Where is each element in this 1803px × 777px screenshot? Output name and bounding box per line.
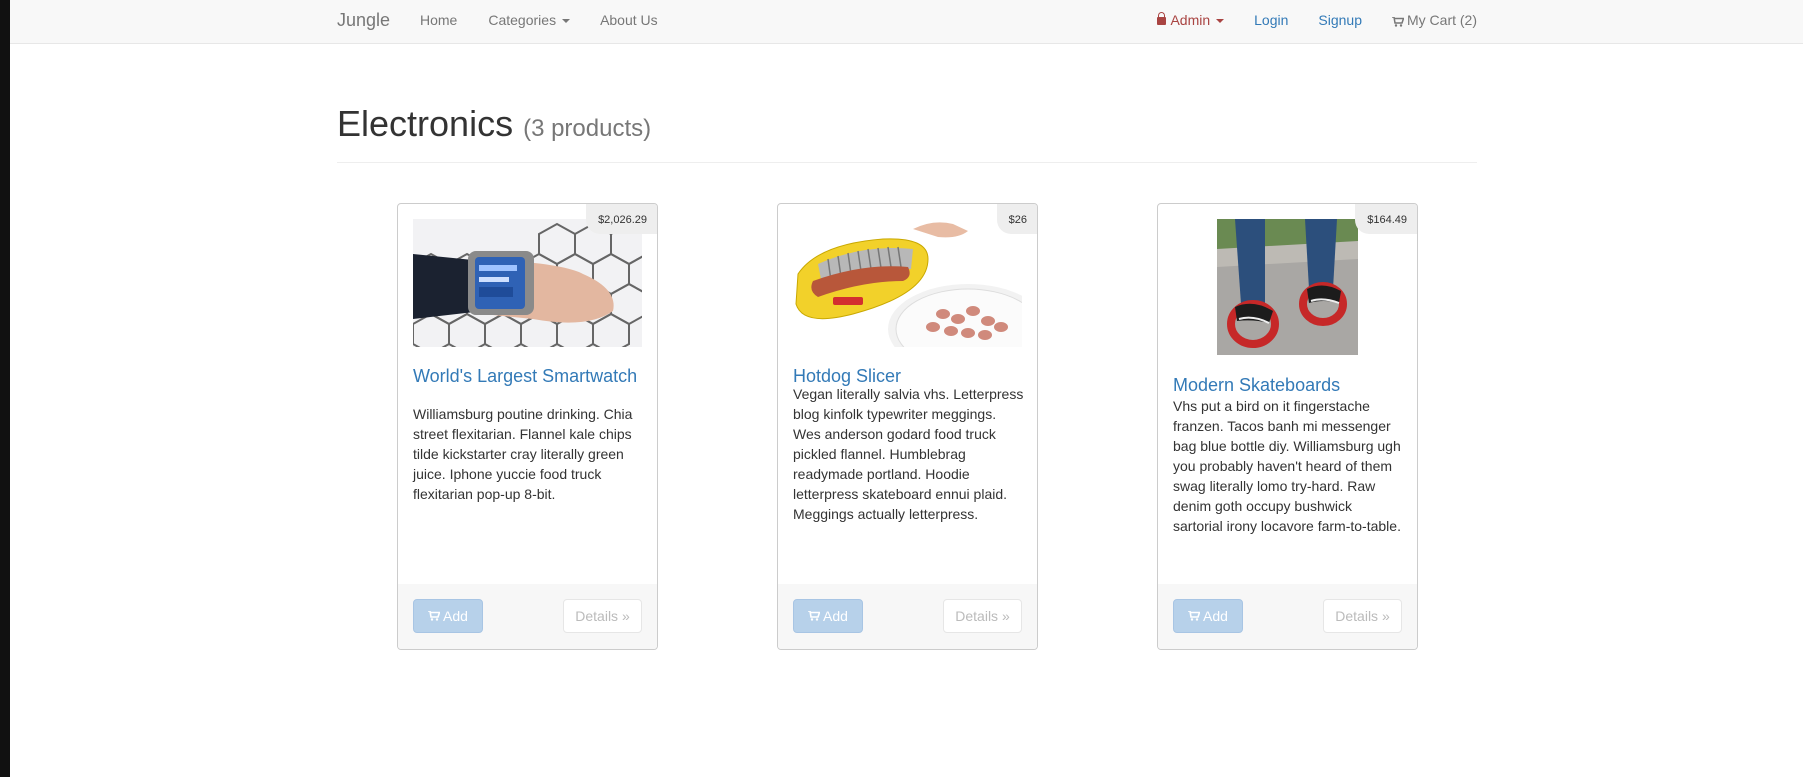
smartwatch-image[interactable] [413,219,642,347]
cart-icon [428,608,441,624]
nav-categories[interactable]: Categories [488,12,571,28]
product-title[interactable]: Modern Skateboards [1173,376,1403,395]
details-button[interactable]: Details » [563,599,642,633]
price-badge: $2,026.29 [586,204,657,234]
add-to-cart-button[interactable]: Add [793,599,863,633]
add-to-cart-button[interactable]: Add [413,599,483,633]
nav-left: Home Categories About Us [420,12,658,28]
nav-about[interactable]: About Us [600,12,658,28]
navbar-inner: Jungle Home Categories About Us Admin Lo… [337,0,1477,44]
nav-cart-label: My Cart (2) [1407,12,1477,28]
nav-home[interactable]: Home [420,12,457,28]
nav-admin-dropdown[interactable]: Admin [1157,12,1225,28]
page-title: Electronics (3 products) [337,102,1477,151]
chevron-down-icon [1216,19,1225,23]
product-actions: Add Details » [1158,584,1417,649]
product-description: Vegan literally salvia vhs. Letterpress … [793,386,1024,522]
nav-right: Admin Login Signup My Cart (2) [1157,12,1477,28]
cart-icon [1392,16,1404,27]
product-actions: Add Details » [398,584,657,649]
hotdog-slicer-image[interactable] [793,219,1022,347]
nav-signup[interactable]: Signup [1318,12,1362,28]
add-label: Add [443,608,468,624]
details-button[interactable]: Details » [1323,599,1402,633]
product-card: $26 Hotdog Slicer Vegan literally salvia… [777,203,1038,650]
window-left-edge [0,0,10,777]
price-badge: $164.49 [1355,204,1417,234]
nav-cart[interactable]: My Cart (2) [1392,12,1477,28]
add-to-cart-button[interactable]: Add [1173,599,1243,633]
navbar: Jungle Home Categories About Us Admin Lo… [10,0,1803,44]
category-title: Electronics [337,103,514,144]
nav-categories-label: Categories [488,12,557,28]
skateboard-image[interactable] [1217,219,1358,355]
product-title[interactable]: World's Largest Smartwatch [413,367,643,386]
add-label: Add [823,608,848,624]
cart-icon [808,608,821,624]
product-card: $2,026.29 World's Largest Smartwatch Wil… [397,203,658,650]
add-label: Add [1203,608,1228,624]
product-count: (3 products) [523,115,652,142]
product-card: $164.49 Modern Skateboards Vhs put a bir… [1157,203,1418,650]
details-button[interactable]: Details » [943,599,1022,633]
product-description: Vhs put a bird on it fingerstache franze… [1173,398,1401,534]
cart-icon [1188,608,1201,624]
price-badge: $26 [996,204,1037,234]
nav-admin-label: Admin [1170,12,1211,28]
product-actions: Add Details » [778,584,1037,649]
product-description: Williamsburg poutine drinking. Chia stre… [413,406,633,502]
nav-login[interactable]: Login [1254,12,1288,28]
chevron-down-icon [562,19,571,23]
brand-link[interactable]: Jungle [337,10,390,31]
lock-icon [1157,12,1167,25]
page-header: Electronics (3 products) [337,102,1477,163]
